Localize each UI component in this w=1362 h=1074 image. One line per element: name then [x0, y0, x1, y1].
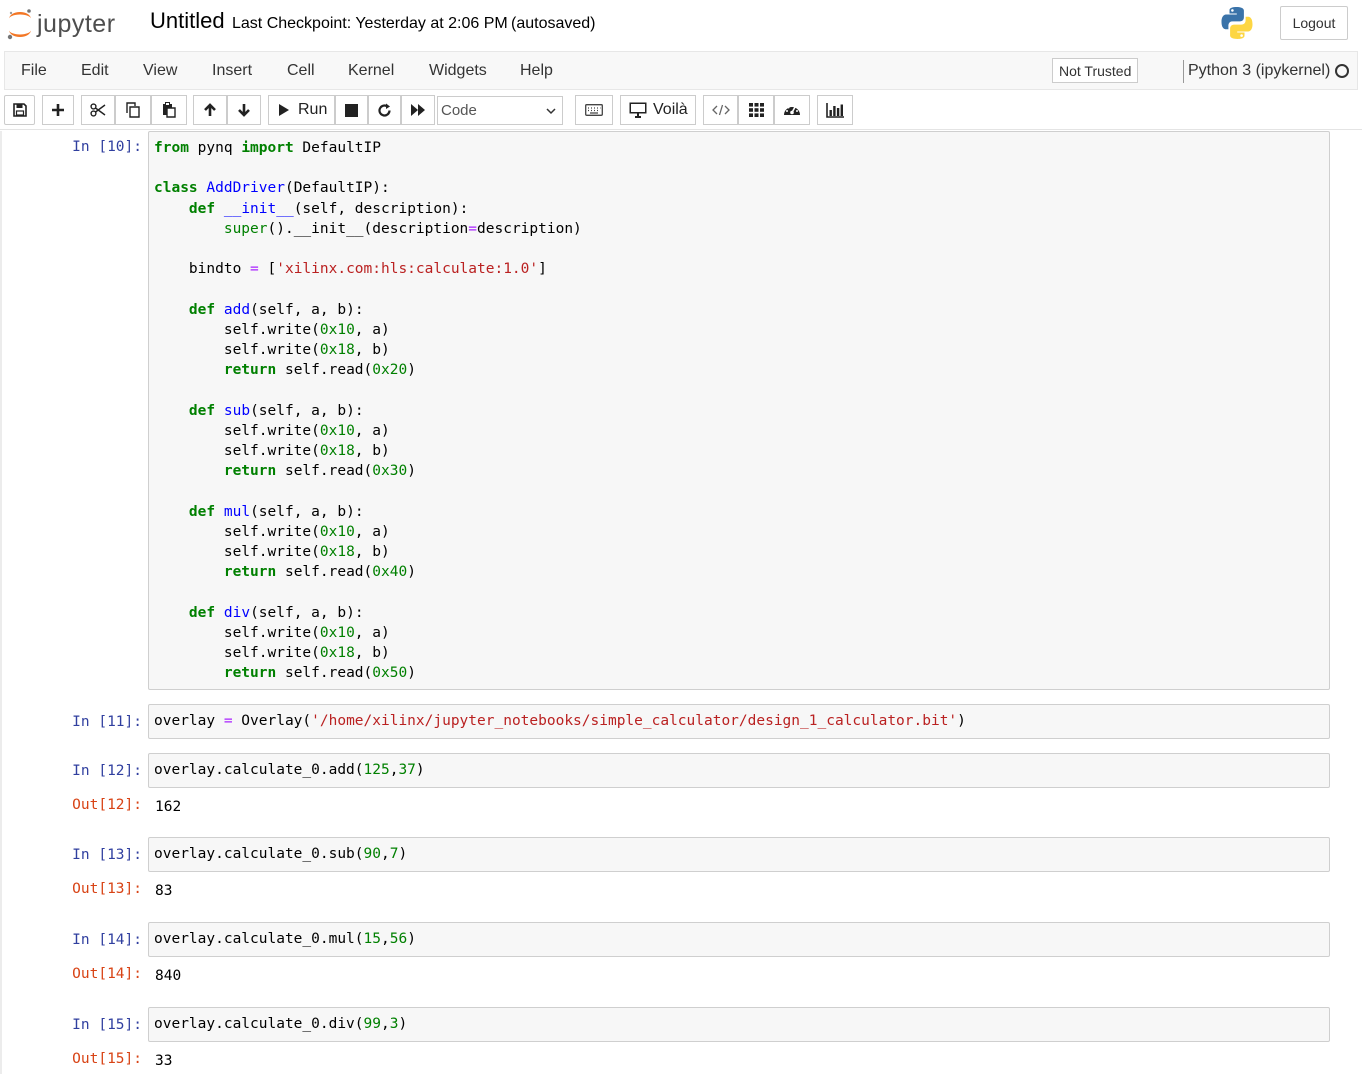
notebook-title[interactable]: Untitled	[150, 8, 225, 34]
voila-button[interactable]: Voilà	[620, 95, 696, 125]
insert-cell-button[interactable]	[42, 95, 74, 125]
kernel-name[interactable]: Python 3 (ipykernel)	[1188, 62, 1330, 80]
grid-icon	[748, 103, 764, 117]
output-prompt: Out[12]:	[72, 797, 142, 813]
checkpoint-status: Last Checkpoint: Yesterday at 2:06 PM	[232, 15, 508, 32]
kernel-idle-indicator-icon	[1335, 64, 1349, 78]
code-editor[interactable]: overlay = Overlay('/home/xilinx/jupyter_…	[148, 704, 1330, 739]
code-editor[interactable]: overlay.calculate_0.add(125,37)	[148, 753, 1330, 788]
output-prompt: Out[14]:	[72, 966, 142, 982]
arrow-up-icon	[204, 103, 216, 116]
code-text[interactable]: overlay = Overlay('/home/xilinx/jupyter_…	[149, 705, 1329, 737]
dashboard-button[interactable]	[774, 95, 810, 125]
python-logo-icon	[1219, 5, 1255, 41]
menu-edit[interactable]: Edit	[81, 62, 109, 80]
cut-button[interactable]	[81, 95, 115, 125]
move-cell-down-button[interactable]	[227, 95, 261, 125]
toolbar: Run Code Voilà	[0, 90, 1362, 130]
cell-output: 840	[155, 968, 182, 984]
save-button[interactable]	[4, 95, 35, 125]
jupyter-logo-text: jupyter	[37, 9, 116, 38]
fast-forward-icon	[411, 104, 425, 116]
restart-icon	[378, 103, 391, 117]
copy-button[interactable]	[115, 95, 151, 125]
menu-help[interactable]: Help	[520, 62, 553, 80]
menu-widgets[interactable]: Widgets	[429, 62, 487, 80]
arrow-down-icon	[238, 104, 250, 117]
code-editor[interactable]: overlay.calculate_0.mul(15,56)	[148, 922, 1330, 957]
menu-view[interactable]: View	[143, 62, 177, 80]
code-text[interactable]: from pynq import DefaultIP class AddDriv…	[149, 132, 1329, 689]
code-view-button[interactable]	[703, 95, 738, 125]
input-prompt: In [14]:	[72, 932, 142, 948]
input-prompt: In [12]:	[72, 763, 142, 779]
output-prompt: Out[13]:	[72, 881, 142, 897]
menubar: File Edit View Insert Cell Kernel Widget…	[4, 51, 1358, 90]
code-editor[interactable]: from pynq import DefaultIP class AddDriv…	[148, 131, 1330, 690]
save-icon	[12, 103, 27, 117]
code-text[interactable]: overlay.calculate_0.sub(90,7)	[149, 838, 1329, 870]
code-editor[interactable]: overlay.calculate_0.sub(90,7)	[148, 837, 1330, 872]
chart-button[interactable]	[817, 95, 853, 125]
cell-type-select[interactable]: Code	[437, 96, 563, 125]
command-palette-button[interactable]	[575, 95, 613, 125]
header: jupyter Untitled Last Checkpoint: Yester…	[0, 0, 1362, 51]
cell-output: 162	[155, 799, 182, 815]
menu-cell[interactable]: Cell	[287, 62, 315, 80]
move-cell-up-button[interactable]	[193, 95, 227, 125]
scissors-icon	[90, 103, 106, 117]
restart-run-all-button[interactable]	[401, 95, 435, 125]
chevron-down-icon	[546, 108, 556, 115]
menu-file[interactable]: File	[21, 62, 47, 80]
trust-status-button[interactable]: Not Trusted	[1052, 58, 1139, 83]
menu-insert[interactable]: Insert	[212, 62, 252, 80]
paste-button[interactable]	[151, 95, 187, 125]
voila-button-label: Voilà	[653, 101, 688, 118]
play-icon	[279, 104, 289, 116]
paste-icon	[163, 102, 176, 118]
code-text[interactable]: overlay.calculate_0.mul(15,56)	[149, 923, 1329, 955]
bar-chart-icon	[826, 102, 844, 118]
stop-icon	[345, 103, 358, 117]
input-prompt: In [15]:	[72, 1017, 142, 1033]
notebook-left-edge	[0, 131, 2, 1074]
run-button[interactable]: Run	[268, 95, 335, 125]
code-icon	[711, 104, 730, 116]
run-button-label: Run	[298, 101, 328, 118]
autosave-status: (autosaved)	[511, 15, 596, 32]
menu-kernel[interactable]: Kernel	[348, 62, 394, 80]
notebook-container: In [10]: from pynq import DefaultIP clas…	[0, 131, 1362, 1074]
kernel-divider	[1183, 60, 1184, 83]
code-editor[interactable]: overlay.calculate_0.div(99,3)	[148, 1007, 1330, 1042]
input-prompt: In [11]:	[72, 714, 142, 730]
keyboard-icon	[585, 104, 603, 116]
dashboard-icon	[784, 105, 800, 115]
input-prompt: In [10]:	[72, 139, 142, 155]
jupyter-logo-icon	[6, 7, 34, 41]
cell-output: 33	[155, 1053, 173, 1069]
cell-output: 83	[155, 883, 173, 899]
jupyter-logo[interactable]: jupyter	[6, 6, 116, 42]
output-prompt: Out[15]:	[72, 1051, 142, 1067]
restart-kernel-button[interactable]	[368, 95, 401, 125]
interrupt-kernel-button[interactable]	[335, 95, 368, 125]
input-prompt: In [13]:	[72, 847, 142, 863]
plus-icon	[52, 104, 64, 116]
code-text[interactable]: overlay.calculate_0.div(99,3)	[149, 1008, 1329, 1040]
cell-type-value: Code	[441, 102, 477, 119]
code-text[interactable]: overlay.calculate_0.add(125,37)	[149, 754, 1329, 786]
grid-view-button[interactable]	[738, 95, 774, 125]
notebook-area[interactable]: In [10]: from pynq import DefaultIP clas…	[0, 131, 1362, 1074]
monitor-icon	[629, 102, 647, 118]
copy-icon	[126, 102, 140, 118]
logout-button[interactable]: Logout	[1280, 6, 1348, 40]
